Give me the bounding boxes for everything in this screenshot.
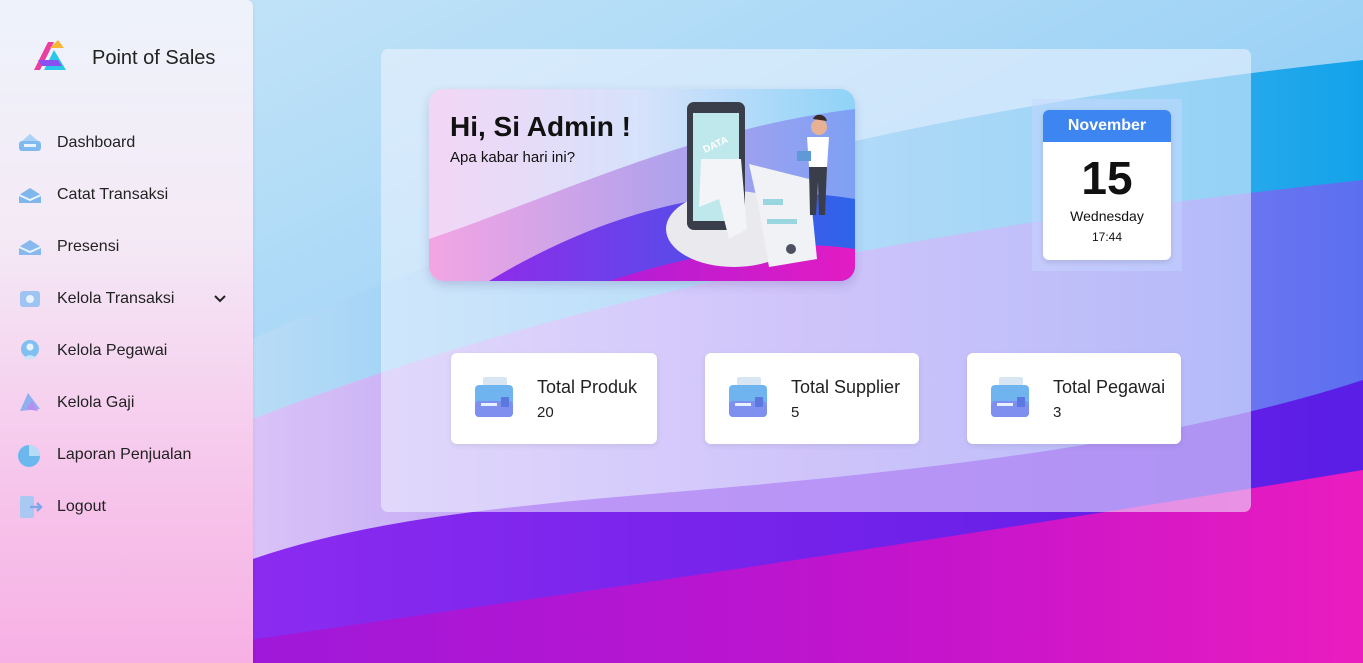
sidebar-item-presensi[interactable]: Presensi [0,221,253,273]
sidebar-item-label: Presensi [57,238,120,255]
sidebar-item-catat-transaksi[interactable]: Catat Transaksi [0,169,253,221]
sidebar-menu: Dashboard Catat Transaksi Presensi Kelol… [0,117,253,533]
stat-label: Total Supplier [791,377,901,397]
welcome-title: Hi, Si Admin ! [450,111,631,142]
salary-icon [20,393,40,411]
stat-label: Total Pegawai [1053,377,1166,397]
calendar-month: November [1043,110,1171,142]
brand[interactable]: Point of Sales [28,36,215,80]
manage-transaction-icon [20,291,40,307]
stat-value: 5 [791,404,800,421]
sidebar-item-label: Dashboard [57,134,136,151]
welcome-banner: DATA Hi, Si Admin ! Apa kabar hari ini? [429,89,855,281]
supplier-box-icon [729,377,767,417]
calendar-weekday: Wednesday [1070,208,1144,224]
sidebar-item-label: Kelola Pegawai [57,342,168,359]
sidebar-item-label: Kelola Gaji [57,394,135,411]
brand-logo-icon [34,40,66,70]
chevron-down-icon[interactable] [213,292,227,306]
dashboard-icon [19,134,41,151]
sidebar-item-label: Kelola Transaksi [57,290,175,307]
stat-label: Total Produk [537,377,638,397]
employee-box-icon [991,377,1029,417]
welcome-subtitle: Apa kabar hari ini? [450,149,576,166]
calendar-time: 17:44 [1091,230,1123,244]
sidebar-item-kelola-transaksi[interactable]: Kelola Transaksi [0,273,253,325]
product-box-icon [475,377,513,417]
stat-card-total-pegawai[interactable]: Total Pegawai 3 [967,353,1181,444]
sidebar-item-dashboard[interactable]: Dashboard [0,117,253,169]
sales-report-icon [18,445,40,467]
sidebar-item-kelola-pegawai[interactable]: Kelola Pegawai [0,325,253,377]
sidebar: Point of Sales Dashboard Catat Transaksi… [0,0,253,663]
sidebar-item-kelola-gaji[interactable]: Kelola Gaji [0,377,253,429]
logout-icon [20,496,43,518]
sidebar-item-label: Catat Transaksi [57,186,169,203]
calendar-card: November 15 Wednesday 17:44 [1043,110,1171,260]
stat-card-total-supplier[interactable]: Total Supplier 5 [705,353,919,444]
calendar-widget: November 15 Wednesday 17:44 [1032,99,1182,271]
transaction-icon [18,188,42,203]
app-name: Point of Sales [92,46,216,69]
sidebar-item-label: Logout [57,498,106,515]
stat-value: 3 [1053,404,1062,421]
stat-card-total-produk[interactable]: Total Produk 20 [451,353,657,444]
sidebar-item-logout[interactable]: Logout [0,481,253,533]
attendance-icon [18,240,42,255]
employee-icon [21,340,39,359]
calendar-day: 15 [1081,152,1133,204]
sidebar-item-label: Laporan Penjualan [57,446,192,463]
stat-value: 20 [537,404,554,421]
sidebar-item-laporan-penjualan[interactable]: Laporan Penjualan [0,429,253,481]
